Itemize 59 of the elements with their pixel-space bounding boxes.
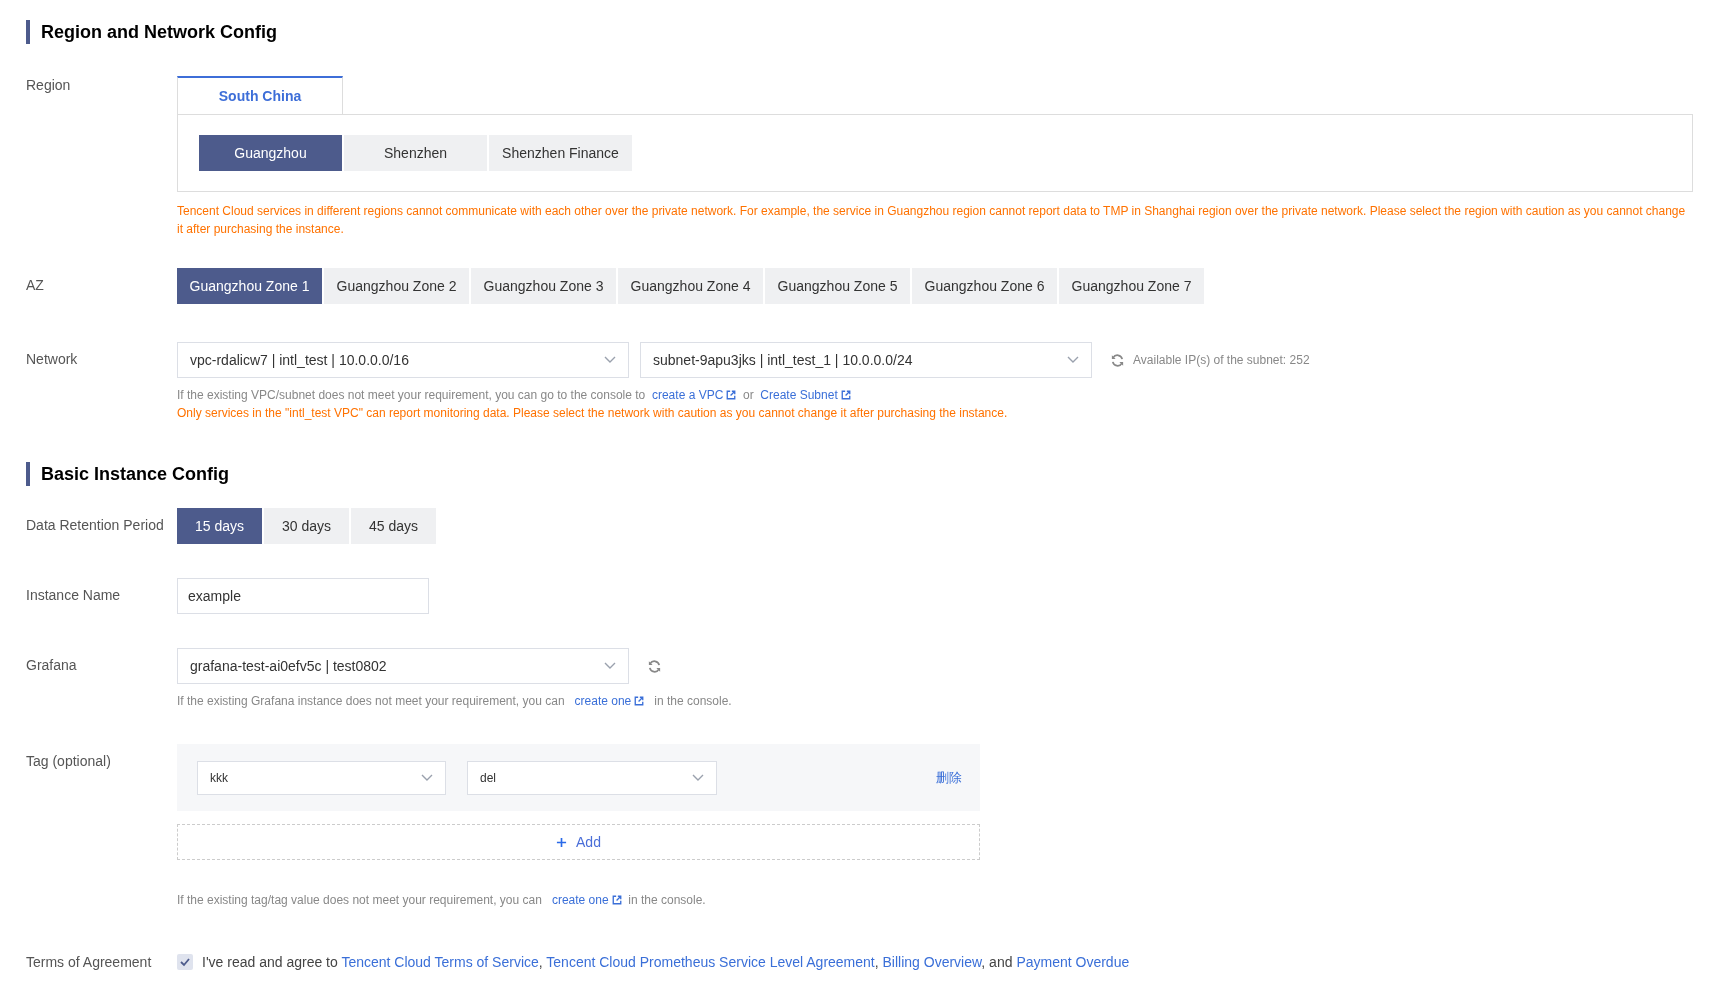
city-option[interactable]: Shenzhen [344,135,487,171]
zone-option[interactable]: Guangzhou Zone 1 [177,268,322,304]
external-link-icon [634,696,645,706]
tag-hint: If the existing tag/tag value does not meet your requirement, you can create one in the console. [177,892,707,909]
zone-option[interactable]: Guangzhou Zone 2 [324,268,469,304]
vpc-select[interactable]: vpc-rdalicw7 | intl_test | 10.0.0.0/16 [177,342,629,378]
network-hint: If the existing VPC/subnet does not meet your requirement, you can go to the console to create a VPC or Create Subnet [177,386,1693,404]
field-label: Region [26,76,72,95]
create-vpc-link[interactable]: create a VPC [651,388,737,402]
tag-key-select[interactable]: kkk [197,760,446,795]
add-tag-button[interactable]: Add [177,824,980,860]
zone-option[interactable]: Guangzhou Zone 3 [471,268,616,304]
chevron-down-icon [421,773,433,782]
chevron-down-icon [692,773,704,782]
section-title: Region and Network Config [26,20,277,44]
agree-checkbox[interactable] [177,954,193,970]
region-tab[interactable]: South China [177,76,343,114]
chevron-down-icon [604,356,616,364]
external-link-icon [726,390,737,400]
field-label: Network [26,350,79,369]
agreement-link[interactable]: Tencent Cloud Prometheus Service Level Agreement [546,954,875,970]
plus-icon [556,836,568,848]
retention-option[interactable]: 30 days [264,508,349,544]
delete-link[interactable]: 删除 [936,768,962,787]
refresh-icon[interactable] [1110,352,1125,368]
city-option[interactable]: Guangzhou [199,135,342,171]
retention-option[interactable]: 15 days [177,508,262,544]
field-label: Grafana [26,656,78,675]
region-warning: Tencent Cloud services in different regions cannot communicate with each other over the private network. For example, the service in Guangzhou region cannot report data to TMP in Shanghai region over the private network. Please select the region with caution as you cannot change it after purchasing the instance. [177,203,1687,238]
agreement-link[interactable]: Tencent Cloud Terms of Service [341,954,539,970]
available-ips-text: Available IP(s) of the subnet: 252 [1133,353,1310,367]
retention-option[interactable]: 45 days [351,508,436,544]
zone-option[interactable]: Guangzhou Zone 7 [1059,268,1204,304]
field-label: Terms of Agreement [26,953,153,971]
create-one-link[interactable]: create one [551,893,622,907]
network-warning: Only services in the "intl_test VPC" can report monitoring data. Please select the network with caution as you cannot change it after purchasing the instance. [177,405,1009,422]
chevron-down-icon [604,662,616,670]
zone-option[interactable]: Guangzhou Zone 4 [618,268,763,304]
field-label: AZ [26,276,45,295]
external-link-icon [840,390,851,400]
tag-value-select[interactable]: del [467,760,717,795]
field-label: Data Retention Period [26,516,165,535]
zone-option[interactable]: Guangzhou Zone 6 [912,268,1057,304]
refresh-icon[interactable] [647,658,662,674]
agreement-text: I've read and agree to Tencent Cloud Terms of Service, Tencent Cloud Prometheus Service Level Agreement, Billing Overview, and Payment Overdue [202,954,1130,970]
field-label: Tag (optional) [26,752,112,771]
field-label: Instance Name [26,586,122,605]
section-title: Basic Instance Config [26,462,230,486]
zone-option[interactable]: Guangzhou Zone 5 [765,268,910,304]
create-one-link[interactable]: create one [574,694,645,708]
instance-name-field[interactable]: example [177,578,429,614]
subnet-select[interactable]: subnet-9apu3jks | intl_test_1 | 10.0.0.0/24 [640,342,1092,378]
chevron-down-icon [1067,356,1079,364]
grafana-hint: If the existing Grafana instance does not meet your requirement, you can create one in the console. [177,693,733,710]
grafana-select[interactable]: grafana-test-ai0efv5c | test0802 [177,648,629,684]
agreement-link[interactable]: Payment Overdue [1016,954,1130,970]
external-link-icon [611,895,622,905]
city-option[interactable]: Shenzhen Finance [489,135,632,171]
create-subnet-link[interactable]: Create Subnet [760,388,851,402]
